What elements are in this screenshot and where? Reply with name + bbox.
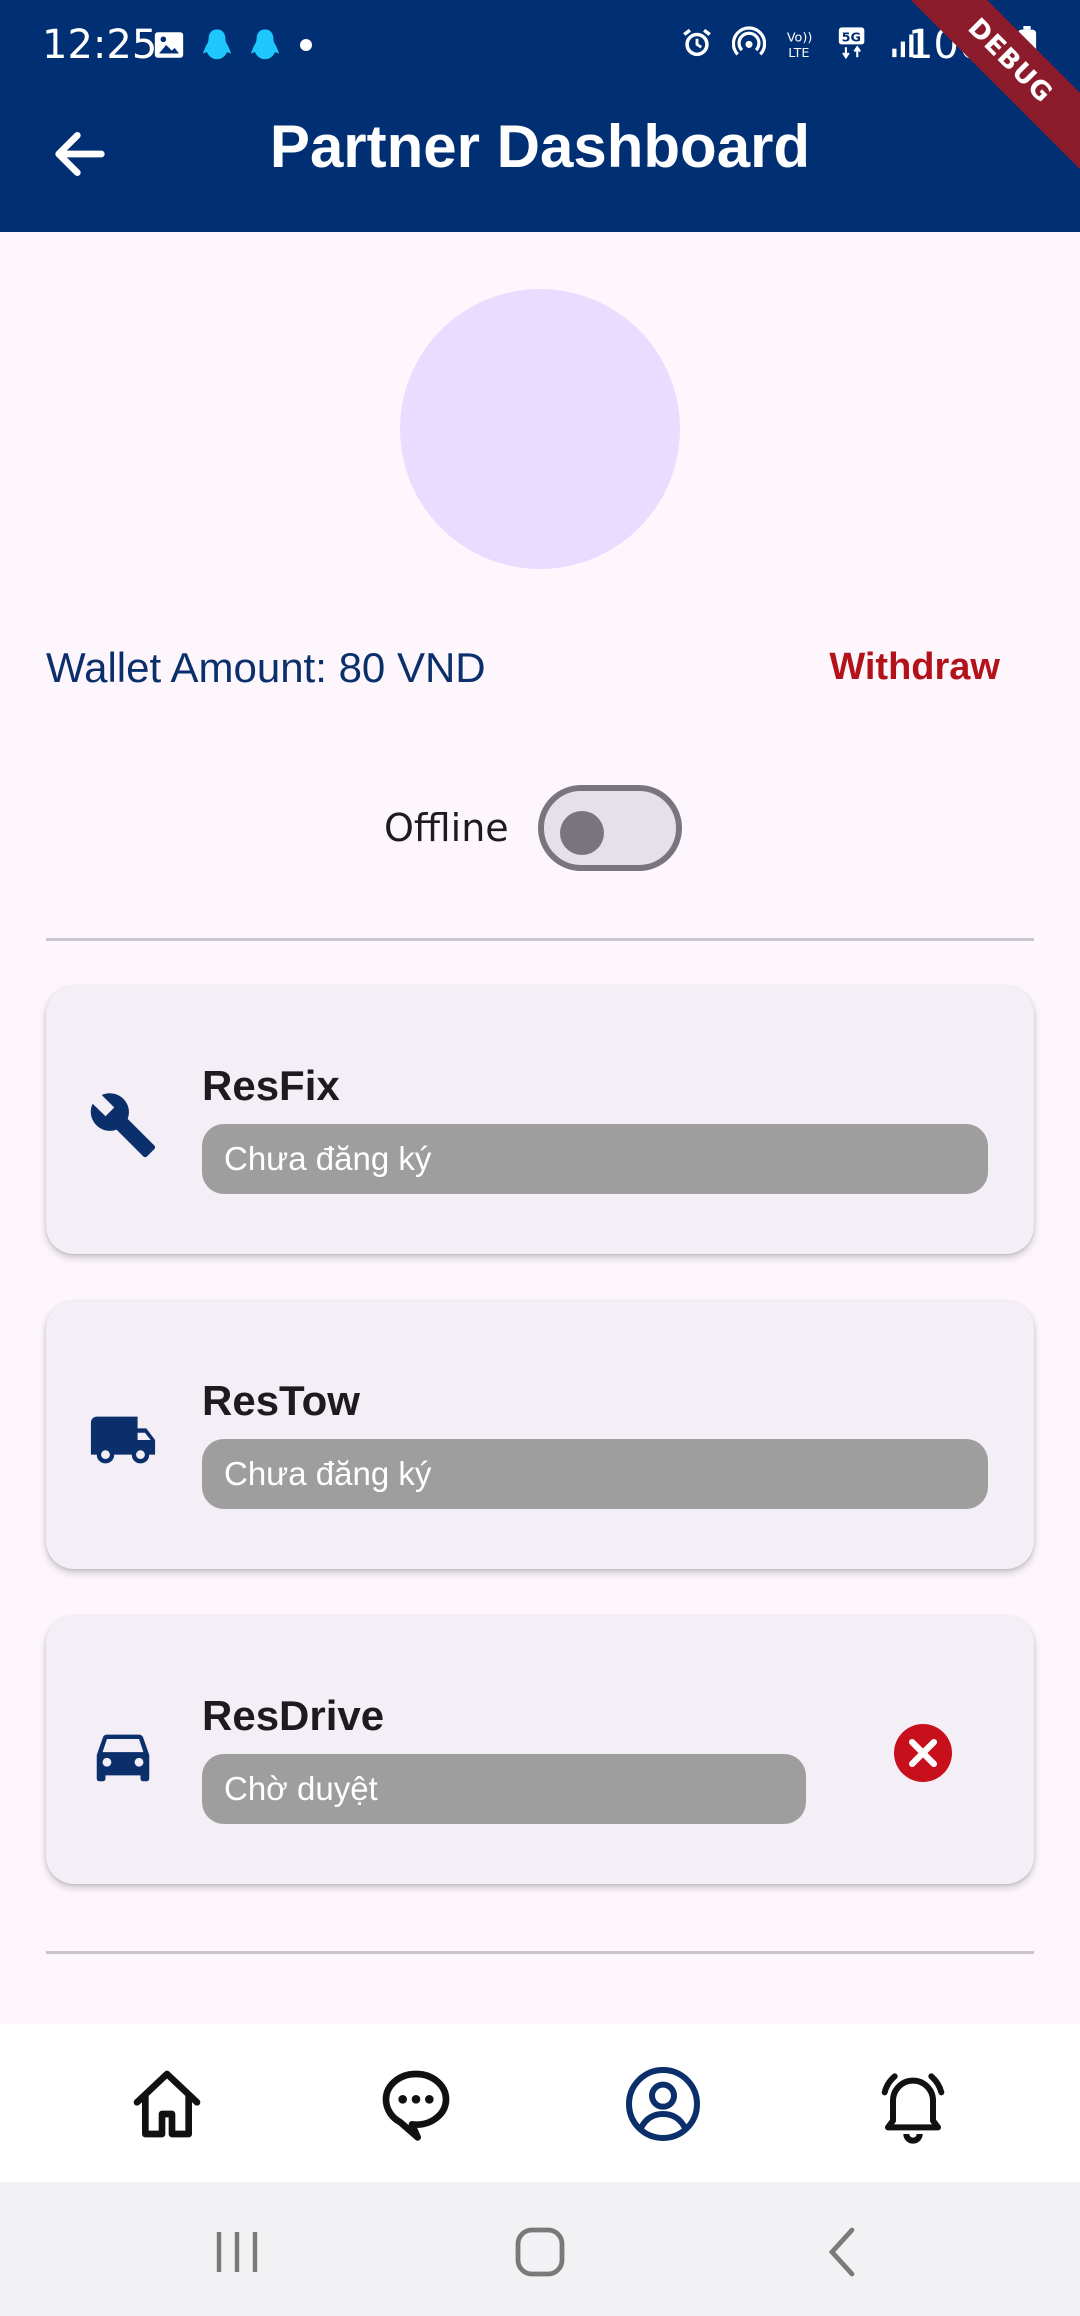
page-title: Partner Dashboard bbox=[269, 113, 811, 180]
hotspot-icon bbox=[732, 26, 766, 56]
availability-toggle[interactable] bbox=[538, 785, 682, 871]
status-system-icons: Vo)) LTE 5G bbox=[680, 26, 922, 60]
5g-icon: 5G bbox=[838, 27, 865, 60]
gallery-icon bbox=[154, 32, 184, 58]
service-card-resdrive[interactable]: ResDrive Chờ duyệt bbox=[46, 1616, 1034, 1884]
back-chevron-icon[interactable] bbox=[814, 2224, 874, 2280]
qq-icon bbox=[202, 29, 232, 60]
volte-icon: Vo))LTE bbox=[787, 31, 812, 60]
status-bar: 12:25 Vo)) LTE 5G 100 bbox=[0, 0, 1080, 96]
service-card-resfix[interactable]: ResFix Chưa đăng ký bbox=[46, 986, 1034, 1254]
withdraw-button[interactable]: Withdraw bbox=[829, 646, 1000, 689]
status-notification-icons bbox=[152, 26, 316, 64]
service-status-badge: Chờ duyệt bbox=[202, 1754, 806, 1824]
bottom-navigation bbox=[0, 2024, 1080, 2182]
wallet-amount: Wallet Amount: 80 VND bbox=[46, 644, 486, 691]
service-name: ResTow bbox=[202, 1377, 360, 1424]
status-time: 12:25 bbox=[42, 22, 158, 68]
cancel-icon[interactable] bbox=[894, 1724, 952, 1782]
toggle-knob bbox=[560, 811, 604, 855]
recent-apps-icon[interactable] bbox=[207, 2224, 267, 2280]
divider bbox=[46, 1951, 1034, 1954]
home-circle-icon[interactable] bbox=[510, 2224, 570, 2280]
service-status-badge: Chưa đăng ký bbox=[202, 1124, 988, 1194]
avatar[interactable] bbox=[400, 289, 680, 569]
app-bar: 12:25 Vo)) LTE 5G 100 DEBUG Partner Dashb… bbox=[0, 0, 1080, 232]
wrench-icon bbox=[90, 1093, 156, 1158]
alarm-icon bbox=[683, 28, 711, 57]
svg-text:LTE: LTE bbox=[788, 46, 809, 60]
service-status-badge: Chưa đăng ký bbox=[202, 1439, 988, 1509]
svg-text:Vo)): Vo)) bbox=[787, 31, 812, 46]
system-navigation-bar bbox=[0, 2182, 1080, 2316]
divider bbox=[46, 938, 1034, 941]
car-icon bbox=[96, 1734, 150, 1782]
availability-label: Offline bbox=[384, 806, 509, 850]
truck-icon bbox=[90, 1416, 156, 1464]
service-name: ResDrive bbox=[202, 1692, 385, 1739]
svg-text:5G: 5G bbox=[842, 31, 861, 46]
qq-icon bbox=[250, 29, 280, 60]
service-card-restow[interactable]: ResTow Chưa đăng ký bbox=[46, 1301, 1034, 1569]
dot-icon bbox=[300, 39, 312, 51]
chat-icon[interactable] bbox=[376, 2064, 456, 2144]
profile-icon[interactable] bbox=[623, 2064, 703, 2144]
notification-bell-icon[interactable] bbox=[873, 2064, 953, 2144]
service-name: ResFix bbox=[202, 1062, 340, 1109]
home-icon[interactable] bbox=[127, 2064, 207, 2144]
